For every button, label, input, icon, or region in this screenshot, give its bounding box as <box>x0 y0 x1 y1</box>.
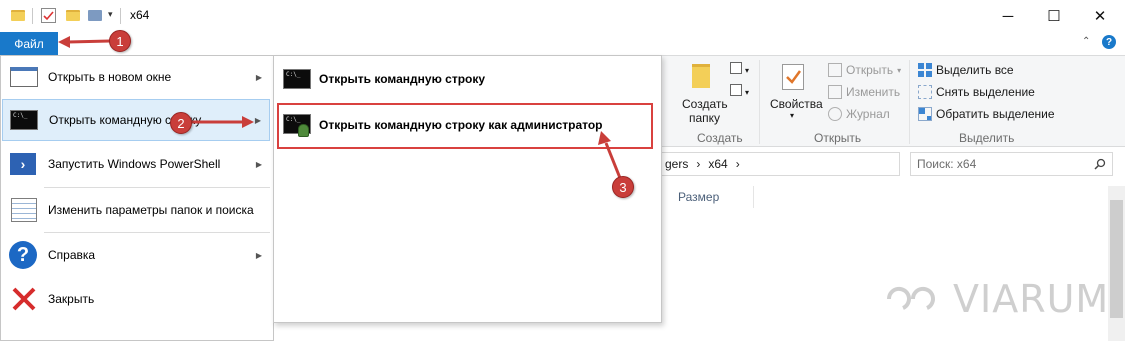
annotation-arrow-1 <box>67 39 111 44</box>
annotation-arrows <box>58 36 622 179</box>
annotation-marker-3: 3 <box>612 176 634 198</box>
annotation-arrowhead-3 <box>598 131 611 145</box>
annotation-arrowhead-1 <box>58 36 70 48</box>
annotation-arrowhead-2 <box>242 116 254 128</box>
annotation-marker-2: 2 <box>170 112 192 134</box>
annotation-marker-1: 1 <box>109 30 131 52</box>
annotation-arrow-3 <box>604 142 622 179</box>
